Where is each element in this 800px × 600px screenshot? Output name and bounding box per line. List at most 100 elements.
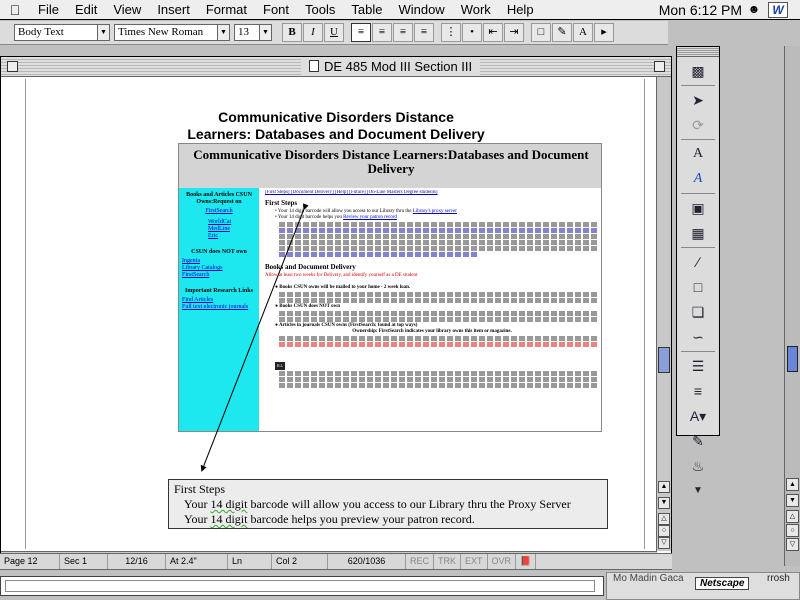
side-link: MedLine [208, 226, 230, 232]
wordart-icon[interactable]: A [685, 168, 711, 190]
chevron-down-icon: ▼ [217, 25, 229, 40]
status-bar: Page 12 Sec 1 12/16 At 2.4" Ln Col 2 620… [0, 553, 672, 570]
rotate-icon[interactable]: ⟳ [685, 114, 711, 136]
background-scrollbar[interactable]: ▲ ▼ △ ○ ▽ [784, 46, 800, 566]
next-page-icon[interactable]: ▽ [658, 537, 670, 549]
menu-format[interactable]: Format [198, 0, 255, 20]
background-scroll-thumb[interactable] [787, 346, 798, 372]
borders-icon[interactable]: □ [531, 23, 551, 42]
scroll-thumb[interactable] [658, 347, 670, 373]
browse-object-icon[interactable]: ○ [658, 525, 670, 537]
text-box-icon[interactable]: A [685, 143, 711, 165]
background-window[interactable] [0, 576, 604, 596]
select-arrow-icon[interactable]: ➤ [685, 89, 711, 111]
style-select[interactable]: Body Text ▼ [14, 24, 110, 41]
formatting-toolbar: Body Text ▼ Times New Roman ▼ 13 ▼ B I U ≡ … [0, 21, 668, 45]
vertical-scrollbar[interactable]: ▲ ▼ △ ○ ▽ [656, 77, 671, 551]
spelling-status-icon[interactable]: 📕 [516, 554, 537, 569]
freeform-icon[interactable]: ∽ [685, 326, 711, 348]
scroll-up-icon[interactable]: ▲ [658, 481, 670, 493]
font-size-select[interactable]: 13 ▼ [234, 24, 272, 41]
palette-title-bar[interactable] [677, 47, 719, 57]
align-center-icon[interactable]: ≡ [372, 23, 392, 42]
status-rec[interactable]: REC [406, 554, 435, 569]
side-link: Library Catalogs [182, 265, 223, 271]
apple-menu-icon[interactable]:  [0, 2, 30, 18]
side-link: FirstSearch [182, 272, 210, 278]
menu-tools[interactable]: Tools [297, 0, 343, 20]
menubar-clock[interactable]: Mon 6:12 PM [659, 0, 742, 20]
bullet-text: Books CSUN does NOT own [279, 304, 341, 309]
status-page: Page 12 [0, 554, 60, 569]
word-app-icon[interactable]: W [768, 2, 788, 18]
bold-button[interactable]: B [282, 23, 302, 42]
menu-insert[interactable]: Insert [149, 0, 198, 20]
document-window: DE 485 Mod III Section III Communicative… [0, 56, 672, 568]
netscape-label[interactable]: Netscape [695, 577, 750, 590]
fill-color-icon[interactable]: ♨ [685, 455, 711, 477]
status-at: At 2.4" [166, 554, 228, 569]
rectangle-tool-icon[interactable]: □ [685, 276, 711, 298]
zoom-box-icon[interactable] [654, 61, 665, 72]
screenshot-books-heading: Books and Document Delivery [265, 263, 356, 271]
menu-help[interactable]: Help [499, 0, 542, 20]
bulleted-list-icon[interactable]: • [462, 23, 482, 42]
text-line [279, 228, 599, 233]
line-style-icon[interactable]: ☰ [685, 355, 711, 377]
scroll-up-icon[interactable]: ▲ [786, 478, 799, 491]
screenshot-bullet: ● Books CSUN does NOT own [275, 304, 341, 309]
prev-page-icon[interactable]: △ [658, 513, 670, 525]
menu-edit[interactable]: Edit [67, 0, 105, 20]
increase-indent-icon[interactable]: ⇥ [504, 23, 524, 42]
prev-page-icon[interactable]: △ [786, 510, 799, 523]
justify-icon[interactable]: ≡ [414, 23, 434, 42]
insert-picture-icon[interactable]: ▣ [685, 197, 711, 219]
toolbar-more-icon[interactable]: ▸ [594, 23, 614, 42]
browse-object-icon[interactable]: ○ [786, 524, 799, 537]
align-left-icon[interactable]: ≡ [351, 23, 371, 42]
underline-button[interactable]: U [324, 23, 344, 42]
scroll-down-icon[interactable]: ▼ [658, 497, 670, 509]
line-tool-icon[interactable]: ∕ [685, 251, 711, 273]
menu-view[interactable]: View [105, 0, 149, 20]
balloon-help-icon[interactable]: ☻ [746, 2, 762, 18]
palette-more-icon[interactable]: ▼ [685, 480, 711, 502]
netscape-window[interactable]: Mo Madin Gaca Netscape rrosh [606, 572, 800, 600]
side-block-title: CSUN does NOT own [191, 249, 247, 255]
menu-work[interactable]: Work [453, 0, 499, 20]
callout-pre: Your [184, 512, 211, 526]
italic-button[interactable]: I [303, 23, 323, 42]
font-color-tool-icon[interactable]: A▾ [685, 405, 711, 427]
clip-art-icon[interactable]: ▦ [685, 222, 711, 244]
window-title: DE 485 Mod III Section III [301, 59, 481, 75]
font-select[interactable]: Times New Roman ▼ [114, 24, 230, 41]
dash-style-icon[interactable]: ≡ [685, 380, 711, 402]
autoshapes-icon[interactable]: ❏ [685, 301, 711, 323]
decrease-indent-icon[interactable]: ⇤ [483, 23, 503, 42]
status-trk[interactable]: TRK [434, 554, 462, 569]
highlight-icon[interactable]: ✎ [552, 23, 572, 42]
chevron-down-icon: ▼ [259, 25, 271, 40]
status-col: Col 2 [272, 554, 328, 569]
menu-file[interactable]: File [30, 0, 67, 20]
menu-font[interactable]: Font [255, 0, 297, 20]
numbered-list-icon[interactable]: ⋮ [441, 23, 461, 42]
scroll-down-icon[interactable]: ▼ [786, 494, 799, 507]
line-color-icon[interactable]: ✎ [685, 430, 711, 452]
menu-window[interactable]: Window [390, 0, 452, 20]
align-right-icon[interactable]: ≡ [393, 23, 413, 42]
menu-table[interactable]: Table [343, 0, 390, 20]
side-link: FirstSearch [205, 208, 233, 214]
palette-drawing-icon[interactable]: ▩ [685, 60, 711, 82]
font-color-icon[interactable]: A [573, 23, 593, 42]
document-page[interactable]: Communicative Disorders Distance Learner… [25, 79, 645, 549]
chevron-down-icon: ▼ [97, 25, 109, 40]
close-box-icon[interactable] [7, 61, 18, 72]
next-page-icon[interactable]: ▽ [786, 538, 799, 551]
document-icon [309, 60, 319, 72]
embedded-screenshot[interactable]: Communicative Disorders Distance Learner… [178, 143, 602, 432]
status-ext[interactable]: EXT [461, 554, 488, 569]
status-ovr[interactable]: OVR [488, 554, 517, 569]
text-line [279, 222, 599, 227]
window-title-bar[interactable]: DE 485 Mod III Section III [1, 57, 671, 77]
